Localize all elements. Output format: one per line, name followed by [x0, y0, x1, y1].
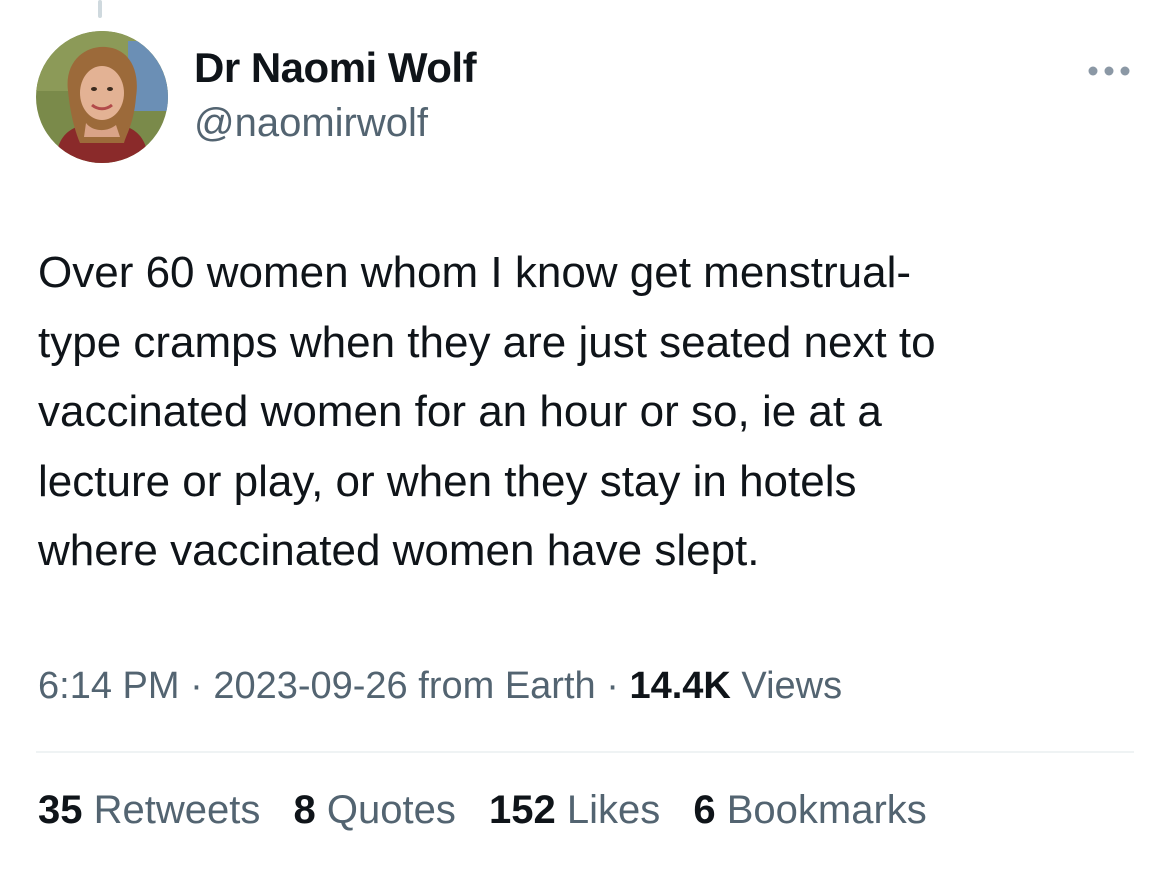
- retweets-stat[interactable]: 35 Retweets: [38, 788, 260, 833]
- tweet-text-line: lecture or play, or when they stay in ho…: [38, 456, 857, 506]
- tweet-text-line: where vaccinated women have slept.: [38, 526, 760, 575]
- divider: [36, 751, 1134, 753]
- tweet-text-line: Over 60 women whom I know get menstrual-: [38, 248, 912, 297]
- tweet-source: from Earth: [418, 665, 596, 707]
- likes-label: Likes: [566, 788, 661, 832]
- quotes-label: Quotes: [326, 788, 456, 832]
- author-display-name[interactable]: Dr Naomi Wolf: [194, 44, 477, 92]
- bookmarks-label: Bookmarks: [726, 788, 927, 832]
- quotes-stat[interactable]: 8 Quotes: [294, 788, 456, 833]
- retweets-count: 35: [38, 788, 83, 832]
- tweet-text: Over 60 women whom I know get menstrual-…: [38, 238, 1138, 586]
- avatar[interactable]: [36, 31, 168, 163]
- tweet-time[interactable]: 6:14 PM: [38, 665, 180, 707]
- views-label: Views: [741, 665, 843, 707]
- likes-stat[interactable]: 152 Likes: [489, 788, 660, 833]
- tweet-text-line: vaccinated women for an hour or so, ie a…: [38, 387, 882, 436]
- more-horizontal-icon[interactable]: [1086, 58, 1132, 84]
- tweet-text-line: type cramps when they are just seated ne…: [38, 317, 936, 367]
- engagement-stats: 35 Retweets 8 Quotes 152 Likes 6 Bookmar…: [38, 788, 949, 833]
- meta-separator: ·: [606, 665, 619, 707]
- tweet-metadata: 6:14 PM · 2023-09-26 from Earth · 14.4K …: [38, 665, 842, 708]
- bookmarks-stat[interactable]: 6 Bookmarks: [693, 788, 926, 833]
- bookmarks-count: 6: [693, 788, 716, 832]
- meta-separator: ·: [190, 665, 203, 707]
- thread-connector-line: [98, 0, 102, 18]
- quotes-count: 8: [293, 788, 316, 832]
- likes-count: 152: [488, 788, 556, 832]
- author-handle[interactable]: @naomirwolf: [194, 101, 428, 146]
- tweet-date[interactable]: 2023-09-26: [213, 665, 407, 707]
- retweets-label: Retweets: [93, 788, 261, 832]
- avatar-photo: [36, 31, 168, 163]
- views-count: 14.4K: [629, 665, 731, 707]
